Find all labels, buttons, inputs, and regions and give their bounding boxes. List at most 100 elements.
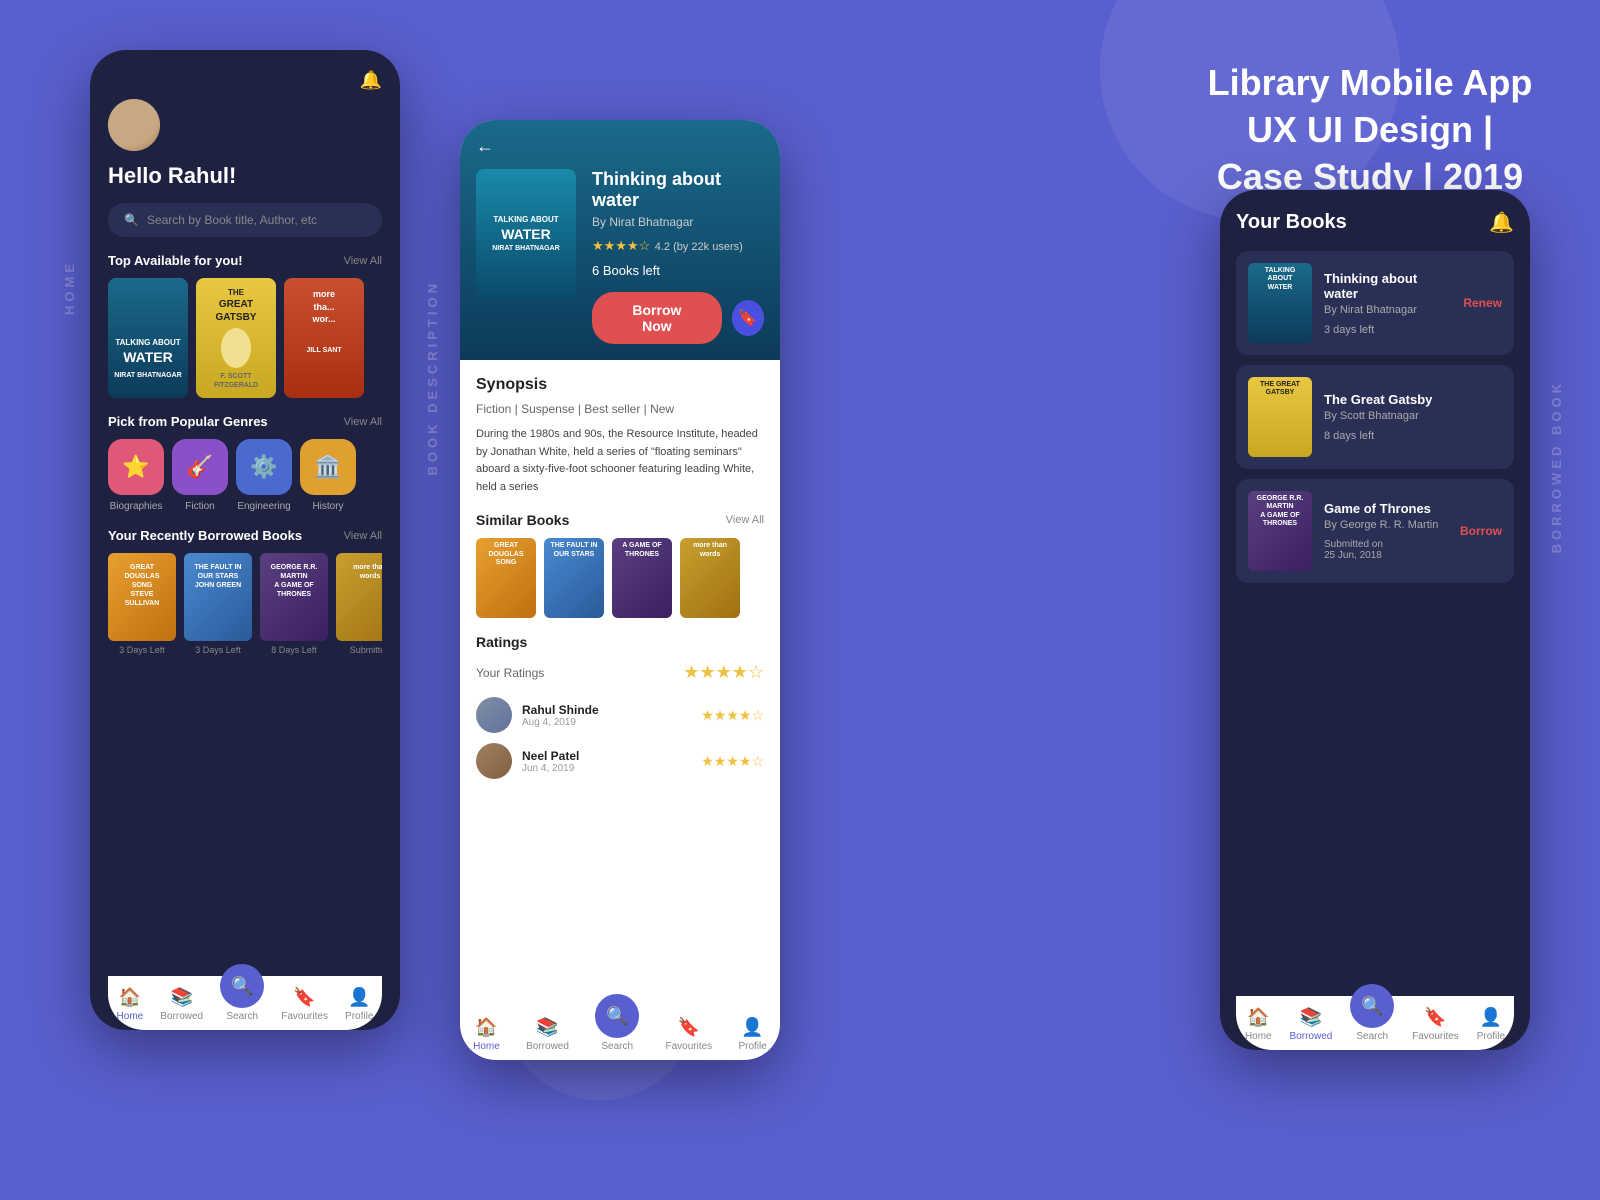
genre-fiction[interactable]: 🎸 Fiction [172,439,228,512]
bottom-nav-phone1: 🏠 Home 📚 Borrowed 🔍 Search 🔖 Favourites … [108,976,382,1030]
nav-search-p1[interactable]: 🔍 Search [220,986,264,1022]
borrowed-title-3: Game of Thrones [1324,501,1448,516]
ratings-section: Ratings Your Ratings ★★★★☆ Rahul Shinde … [476,634,764,779]
similar-view-all[interactable]: View All [726,514,764,526]
recent-view-all[interactable]: View All [344,530,382,542]
borrowed-card-3[interactable]: GEORGE R.R. MARTINA GAME OF THRONES Game… [1236,479,1514,583]
recent-books-row: GREAT DOUGLAS SONGSTEVE SULLIVAN 3 Days … [108,553,382,655]
borrowed-card-2[interactable]: THE GREAT GATSBY The Great Gatsby By Sco… [1236,365,1514,469]
sim-book-song[interactable]: GREAT DOUGLAS SONG [476,538,536,618]
genres-title: Pick from Popular Genres [108,414,268,429]
reviewer-date-1: Aug 4, 2019 [522,717,599,728]
genre-history[interactable]: 🏛️ History [300,439,356,512]
search-bar[interactable]: 🔍 Search by Book title, Author, etc [108,203,382,237]
reviewer-name-2: Neel Patel [522,749,579,763]
renew-button-1[interactable]: Renew [1463,296,1502,310]
similar-books-row: GREAT DOUGLAS SONG THE FAULT IN OUR STAR… [476,538,764,618]
title-area: Library Mobile App UX UI Design | Case S… [1200,60,1540,200]
nav-favourites-p3[interactable]: 🔖 Favourites [1412,1007,1459,1042]
reviewer-name-1: Rahul Shinde [522,703,599,717]
book-desc-header: ← TALKING ABOUTWATERNIRAT BHATNAGAR Thin… [460,120,780,360]
avatar [108,99,160,151]
nav-borrowed-p2[interactable]: 📚 Borrowed [526,1017,569,1052]
bottom-nav-phone2: 🏠 Home 📚 Borrowed 🔍 Search 🔖 Favourites … [460,1006,780,1060]
phone1-home: 🔔 Hello Rahul! 🔍 Search by Book title, A… [90,50,400,1030]
notification-bell[interactable]: 🔔 [108,70,382,91]
review-stars-2: ★★★★☆ [701,753,764,770]
nav-home-p2[interactable]: 🏠 Home [473,1017,500,1052]
your-books-title: Your Books [1236,211,1347,234]
genres-view-all[interactable]: View All [344,416,382,428]
nav-home-p1[interactable]: 🏠 Home [117,987,144,1022]
review-rahul: Rahul Shinde Aug 4, 2019 ★★★★☆ [476,697,764,733]
books-left: 6 Books left [592,263,764,278]
book-desc-cover: TALKING ABOUTWATERNIRAT BHATNAGAR [476,169,576,299]
nav-borrowed-p1[interactable]: 📚 Borrowed [160,987,203,1022]
nav-favourites-p2[interactable]: 🔖 Favourites [665,1017,712,1052]
submitted-text-3: Submitted on25 Jun, 2018 [1324,539,1448,561]
nav-home-p3[interactable]: 🏠 Home [1245,1007,1272,1042]
main-title: Library Mobile App UX UI Design | Case S… [1200,60,1540,200]
genre-engineering[interactable]: ⚙️ Engineering [236,439,292,512]
borrowed-cover-water: TALKING ABOUTWATER [1248,263,1312,343]
borrowed-author-2: By Scott Bhatnagar [1324,410,1502,422]
review-neel: Neel Patel Jun 4, 2019 ★★★★☆ [476,743,764,779]
rating-stars: ★★★★☆ [592,238,650,253]
book-desc-author: By Nirat Bhatnagar [592,215,764,229]
book-desc-side-label: BOOK DESCRIPTION [425,280,440,475]
rating-count: 4.2 (by 22k users) [655,241,743,253]
recent-book-3[interactable]: GEORGE R.R. MARTINA GAME OF THRONES 8 Da… [260,553,328,655]
book-water[interactable]: TALKING ABOUT WATER NIRAT BHATNAGAR [108,278,188,398]
review-stars-1: ★★★★☆ [701,707,764,724]
borrow-button-3[interactable]: Borrow [1460,524,1502,538]
phone2-book-description: ← TALKING ABOUTWATERNIRAT BHATNAGAR Thin… [460,120,780,1060]
recent-title: Your Recently Borrowed Books [108,528,302,543]
bottom-nav-phone3: 🏠 Home 📚 Borrowed 🔍 Search 🔖 Favourites … [1236,996,1514,1050]
borrowed-card-1[interactable]: TALKING ABOUTWATER Thinking about water … [1236,251,1514,355]
nav-profile-p3[interactable]: 👤 Profile [1477,1007,1505,1042]
recent-book-1[interactable]: GREAT DOUGLAS SONGSTEVE SULLIVAN 3 Days … [108,553,176,655]
nav-profile-p1[interactable]: 👤 Profile [345,987,373,1022]
top-available-title: Top Available for you! [108,253,243,268]
nav-favourites-p1[interactable]: 🔖 Favourites [281,987,328,1022]
bookmark-button[interactable]: 🔖 [732,300,764,336]
top-books-row: TALKING ABOUT WATER NIRAT BHATNAGAR THE … [108,278,382,398]
borrowed-cover-thrones: GEORGE R.R. MARTINA GAME OF THRONES [1248,491,1312,571]
avatar-row [108,99,382,151]
book-gatsby[interactable]: THE GREAT GATSBY F. SCOTT FITZGERALD [196,278,276,398]
back-arrow[interactable]: ← [476,136,764,157]
sim-book-thrones[interactable]: A GAME OF THRONES [612,538,672,618]
books-bell-icon[interactable]: 🔔 [1489,210,1514,235]
sim-book-more[interactable]: more than words [680,538,740,618]
nav-search-p3[interactable]: 🔍 Search [1350,1006,1394,1042]
top-view-all[interactable]: View All [344,255,382,267]
ratings-title: Ratings [476,634,764,650]
search-icon: 🔍 [124,213,139,227]
borrowed-title-2: The Great Gatsby [1324,392,1502,407]
borrowed-cover-gatsby: THE GREAT GATSBY [1248,377,1312,457]
genres-row: ⭐ Biographies 🎸 Fiction ⚙️ Engineering 🏛… [108,439,382,512]
greeting-text: Hello Rahul! [108,163,382,189]
nav-borrowed-p3[interactable]: 📚 Borrowed [1290,1007,1333,1042]
your-books-header: Your Books 🔔 [1236,210,1514,235]
recent-book-4[interactable]: more than words Submitted [336,553,382,655]
home-side-label: HOME [62,260,77,315]
days-left-2: 8 days left [1324,430,1502,442]
nav-search-p2[interactable]: 🔍 Search [595,1016,639,1052]
recent-book-2[interactable]: THE FAULT IN OUR STARSJOHN GREEN 3 Days … [184,553,252,655]
genre-biographies[interactable]: ⭐ Biographies [108,439,164,512]
phone3-borrowed: Your Books 🔔 TALKING ABOUTWATER Thinking… [1220,190,1530,1050]
top-available-header: Top Available for you! View All [108,253,382,268]
sim-book-fault[interactable]: THE FAULT IN OUR STARS [544,538,604,618]
your-ratings-row: Your Ratings ★★★★☆ [476,662,764,683]
reviewer-date-2: Jun 4, 2019 [522,763,579,774]
borrow-now-button[interactable]: Borrow Now [592,292,722,344]
borrowed-side-label: BORROWED BOOK [1549,380,1564,553]
book-more[interactable]: moretha...wor... JILL SANT [284,278,364,398]
borrowed-author-1: By Nirat Bhatnagar [1324,304,1451,316]
nav-profile-p2[interactable]: 👤 Profile [738,1017,766,1052]
your-rating-stars[interactable]: ★★★★☆ [683,662,764,683]
search-placeholder: Search by Book title, Author, etc [147,213,317,227]
recent-header: Your Recently Borrowed Books View All [108,528,382,543]
similar-title: Similar Books [476,512,569,528]
